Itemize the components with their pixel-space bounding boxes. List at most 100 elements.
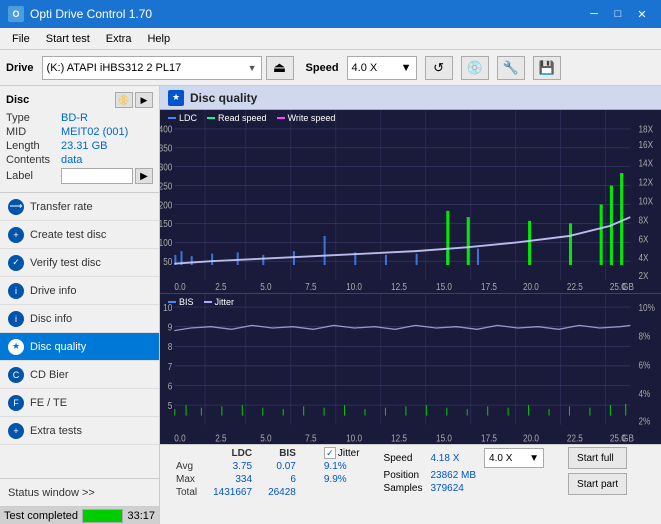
- fe-te-icon: F: [8, 395, 24, 411]
- eject-button[interactable]: ⏏: [266, 56, 294, 80]
- svg-text:7.5: 7.5: [305, 281, 316, 292]
- disc-button[interactable]: 💿: [461, 56, 489, 80]
- sidebar-item-cd-bier[interactable]: C CD Bier: [0, 361, 159, 389]
- drive-value: (K:) ATAPI iHBS312 2 PL17: [47, 62, 182, 74]
- close-button[interactable]: ✕: [631, 4, 653, 24]
- avg-ldc: 3.75: [205, 460, 260, 473]
- max-ldc: 334: [205, 473, 260, 486]
- speed-select-arrow: ▼: [401, 62, 412, 74]
- titlebar-left: O Opti Drive Control 1.70: [8, 6, 152, 22]
- sidebar-item-fe-te[interactable]: F FE / TE: [0, 389, 159, 417]
- drive-select[interactable]: (K:) ATAPI iHBS312 2 PL17 ▼: [42, 56, 262, 80]
- sidebar-label-fe-te: FE / TE: [30, 397, 67, 409]
- menu-file[interactable]: File: [4, 31, 38, 47]
- settings-button[interactable]: 🔧: [497, 56, 525, 80]
- svg-text:17.5: 17.5: [481, 432, 497, 443]
- max-bis: 6: [260, 473, 304, 486]
- svg-text:400: 400: [160, 124, 172, 135]
- save-button[interactable]: 💾: [533, 56, 561, 80]
- speed-select[interactable]: 4.0 X ▼: [347, 56, 417, 80]
- status-window[interactable]: Status window >>: [0, 478, 159, 506]
- status-window-label: Status window >>: [8, 487, 95, 499]
- sidebar-label-create-test-disc: Create test disc: [30, 229, 106, 241]
- legend-ldc-label: LDC: [179, 113, 197, 123]
- stats-table: LDC BIS Avg 3.75 0.07 Max 334 6 Total: [168, 447, 304, 499]
- svg-text:10.0: 10.0: [346, 281, 362, 292]
- menu-help[interactable]: Help: [139, 31, 178, 47]
- content-header-title: Disc quality: [190, 91, 257, 105]
- disc-quality-icon: ★: [8, 339, 24, 355]
- start-full-button[interactable]: Start full: [568, 447, 627, 469]
- menu-start-test[interactable]: Start test: [38, 31, 98, 47]
- disc-panel: Disc 📀 ▶ Type BD-R MID MEIT02 (001) Leng…: [0, 86, 159, 193]
- svg-text:9: 9: [168, 321, 173, 332]
- jitter-checkbox[interactable]: ✓: [324, 447, 336, 459]
- disc-type-label: Type: [6, 112, 61, 124]
- svg-text:4X: 4X: [639, 252, 649, 263]
- refresh-button[interactable]: ↺: [425, 56, 453, 80]
- content-header-icon: ★: [168, 90, 184, 106]
- maximize-button[interactable]: □: [607, 4, 629, 24]
- create-test-disc-icon: +: [8, 227, 24, 243]
- max-label: Max: [168, 473, 205, 486]
- drive-label: Drive: [6, 62, 34, 74]
- svg-text:6X: 6X: [639, 234, 649, 245]
- svg-text:5.0: 5.0: [260, 281, 271, 292]
- svg-text:15.0: 15.0: [436, 432, 452, 443]
- chart-bottom: BIS Jitter: [160, 294, 661, 444]
- sidebar-item-disc-quality[interactable]: ★ Disc quality: [0, 333, 159, 361]
- disc-mid-label: MID: [6, 126, 61, 138]
- speed-value: 4.0 X: [352, 62, 378, 74]
- samples-value: 379624: [426, 482, 480, 495]
- disc-contents-label: Contents: [6, 154, 61, 166]
- sidebar-label-disc-quality: Disc quality: [30, 341, 86, 353]
- titlebar-controls: ─ □ ✕: [583, 4, 653, 24]
- svg-text:6%: 6%: [639, 359, 651, 370]
- write-dot: [277, 117, 285, 119]
- speed-select-box[interactable]: 4.0 X ▼: [484, 448, 544, 468]
- svg-text:GB: GB: [622, 432, 634, 443]
- disc-icon-2[interactable]: ▶: [135, 92, 153, 108]
- svg-text:18X: 18X: [639, 124, 654, 135]
- svg-text:150: 150: [160, 218, 172, 229]
- svg-text:8X: 8X: [639, 215, 649, 226]
- sidebar-item-create-test-disc[interactable]: + Create test disc: [0, 221, 159, 249]
- sidebar-label-extra-tests: Extra tests: [30, 425, 82, 437]
- speed-select-value: 4.0 X: [489, 453, 512, 464]
- svg-text:2X: 2X: [639, 270, 649, 281]
- sidebar-label-cd-bier: CD Bier: [30, 369, 69, 381]
- svg-text:12.5: 12.5: [391, 432, 407, 443]
- cd-bier-icon: C: [8, 367, 24, 383]
- svg-text:17.5: 17.5: [481, 281, 497, 292]
- sidebar-item-verify-test-disc[interactable]: ✓ Verify test disc: [0, 249, 159, 277]
- sidebar-item-extra-tests[interactable]: + Extra tests: [0, 417, 159, 445]
- extra-tests-icon: +: [8, 423, 24, 439]
- menubar: File Start test Extra Help: [0, 28, 661, 50]
- minimize-button[interactable]: ─: [583, 4, 605, 24]
- sidebar-item-disc-info[interactable]: i Disc info: [0, 305, 159, 333]
- disc-mid-value: MEIT02 (001): [61, 126, 128, 138]
- chart-top-svg: 400 350 300 250 200 150 100 50 18X 16X 1…: [160, 110, 661, 293]
- svg-text:12X: 12X: [639, 177, 654, 188]
- legend-read-label: Read speed: [218, 113, 267, 123]
- svg-text:2.5: 2.5: [215, 432, 226, 443]
- disc-label-row: Label ▶: [6, 168, 153, 184]
- svg-text:2.5: 2.5: [215, 281, 226, 292]
- chart-top: LDC Read speed Write speed: [160, 110, 661, 294]
- disc-length-value: 23.31 GB: [61, 140, 107, 152]
- legend-ldc: LDC: [168, 113, 197, 123]
- svg-text:2%: 2%: [639, 415, 651, 426]
- stats-bar: LDC BIS Avg 3.75 0.07 Max 334 6 Total: [160, 444, 661, 524]
- progress-bar-inner: [83, 510, 122, 522]
- sidebar-label-transfer-rate: Transfer rate: [30, 201, 93, 213]
- sidebar-item-transfer-rate[interactable]: ⟶ Transfer rate: [0, 193, 159, 221]
- menu-extra[interactable]: Extra: [98, 31, 140, 47]
- svg-text:6: 6: [168, 380, 173, 391]
- svg-text:100: 100: [160, 237, 172, 248]
- disc-icon-1[interactable]: 📀: [115, 92, 133, 108]
- legend-bis-label: BIS: [179, 297, 194, 307]
- sidebar-item-drive-info[interactable]: i Drive info: [0, 277, 159, 305]
- start-part-button[interactable]: Start part: [568, 473, 627, 495]
- disc-label-input[interactable]: [61, 168, 133, 184]
- disc-label-go[interactable]: ▶: [135, 168, 153, 184]
